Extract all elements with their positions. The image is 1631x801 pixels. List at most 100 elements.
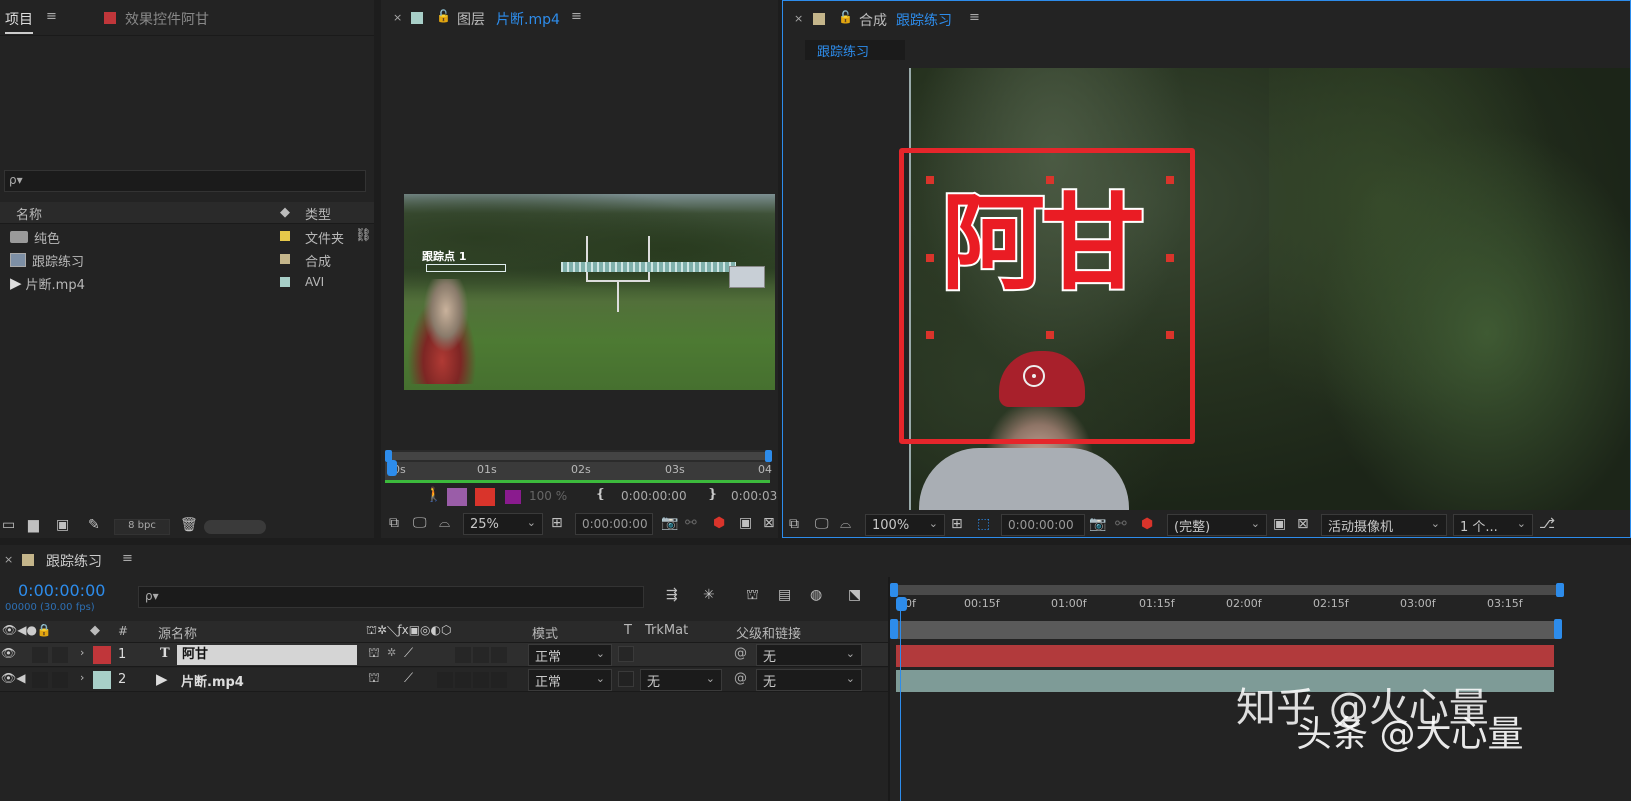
resolution-dropdown[interactable]: (完整) ⌄ [1167,514,1267,536]
color-channels-icon[interactable]: ⬢ [713,515,725,531]
layer-time-ruler[interactable]: 0s 01s 02s 03s 04 [385,450,772,483]
work-area-end[interactable] [765,450,772,462]
nav-end-handle[interactable] [1556,583,1564,597]
layer-tab-prefix[interactable]: 图层 [457,9,485,29]
project-item-comp[interactable]: 跟踪练习 合成 [0,249,374,271]
out-point-icon[interactable]: ❵ [707,487,718,502]
layer-parent-dropdown[interactable]: 无 ⌄ [756,644,862,666]
frame-blending-icon[interactable]: ▤ [778,587,791,603]
close-icon[interactable]: × [4,553,13,566]
camera-dropdown[interactable]: 活动摄像机 ⌄ [1321,514,1447,536]
link-icon[interactable]: ⚯ [1115,516,1127,532]
region-icon[interactable]: ▣ [1273,516,1286,532]
layer-name[interactable]: 阿甘 [177,645,357,665]
tab-effects[interactable]: 效果控件阿甘 [125,9,209,29]
quality-switch-icon[interactable]: ⟋ [404,671,413,686]
brush-icon[interactable]: ✎ [88,517,100,533]
mask-icon[interactable]: ⌓ [439,515,450,531]
layer-row[interactable]: 👁 › 1 T 阿甘 ⛫ ✲ ⟋ 正常 ⌄ @ 无 ⌄ [0,643,888,667]
link-icon[interactable]: ⚯ [685,515,697,531]
col-trkmat[interactable]: TrkMat [645,623,688,638]
bbox-handle[interactable] [926,331,934,339]
col-name[interactable]: 名称 [16,204,42,223]
region-icon[interactable]: ▣ [739,515,752,531]
roi-icon[interactable]: ⬚ [977,516,990,532]
collapse-switch-icon[interactable]: ✲ [387,646,396,659]
layer-mode-dropdown[interactable]: 正常 ⌄ [528,669,612,691]
monitor-icon[interactable]: 🖵 [413,515,427,531]
in-point-icon[interactable]: ❴ [595,487,606,502]
transparency-grid-icon[interactable]: ⊠ [763,515,775,531]
comp-flowchart-icon[interactable]: ⇶ [666,587,678,603]
playhead[interactable] [387,460,397,476]
tab-project[interactable]: 项目 [5,9,33,34]
camera-icon[interactable]: 📷 [661,515,678,531]
layer-trkmat-dropdown[interactable]: 无 ⌄ [640,669,722,691]
layer-label-color[interactable] [93,646,111,664]
layer-footage-preview[interactable]: 跟踪点 1 [404,194,775,390]
shy-switch-icon[interactable]: ⛫ [368,671,380,688]
layer-row[interactable]: 👁◀ › 2 ▶ 片断.mp4 ⛫ ⟋ 正常 ⌄ 无 ⌄ @ 无 ⌄ [0,668,888,692]
panel-menu-icon[interactable]: ≡ [122,551,133,566]
panel-menu-icon[interactable]: ≡ [46,9,57,24]
new-comp-icon[interactable]: ▣ [56,517,69,533]
graph-editor-icon[interactable]: ⬔ [848,587,861,603]
col-mode[interactable]: 模式 [532,623,558,642]
bbox-handle[interactable] [1166,254,1174,262]
bbox-handle[interactable] [1046,331,1054,339]
project-search-input[interactable]: ρ▾ [4,170,366,192]
layer-parent-dropdown[interactable]: 无 ⌄ [756,669,862,691]
interpret-footage-icon[interactable]: ▭ [2,517,15,533]
layer-mode-dropdown[interactable]: 正常 ⌄ [528,644,612,666]
lock-icon[interactable]: 🔓 [838,10,853,24]
work-area-end[interactable] [1554,619,1562,639]
views-dropdown[interactable]: 1 个... ⌄ [1453,514,1533,536]
comp-tab-name[interactable]: 跟踪练习 [896,10,952,30]
monitor-icon[interactable]: 🖵 [815,516,829,532]
current-time-indicator[interactable] [896,597,907,611]
bbox-handle[interactable] [1166,331,1174,339]
zoom-dropdown[interactable]: 25% ⌄ [463,513,543,535]
bbox-handle[interactable] [1166,176,1174,184]
bbox-handle[interactable] [926,176,934,184]
project-scrollbar[interactable] [204,520,266,534]
bbox-handle[interactable] [926,254,934,262]
close-icon[interactable]: × [794,12,803,25]
work-area-start[interactable] [890,619,898,639]
layer-name[interactable]: 片断.mp4 [181,671,244,690]
out-point-time[interactable]: 0:00:03 [731,489,777,503]
color-channels-icon[interactable]: ⬢ [1141,516,1153,532]
close-icon[interactable]: × [393,11,402,24]
opacity-value[interactable]: 100 % [529,489,567,503]
expand-icon[interactable]: › [80,646,84,659]
lock-icon[interactable]: 🔓 [436,9,451,23]
flowchart-icon[interactable]: ⛓ [355,228,372,243]
quality-switch-icon[interactable]: ⟋ [404,646,413,661]
col-type[interactable]: 类型 [305,204,331,223]
timeline-search-input[interactable]: ρ▾ [138,586,644,608]
layer-label-color[interactable] [93,671,111,689]
mask-color-button[interactable] [505,490,521,504]
in-point-time[interactable]: 0:00:00:00 [621,489,687,503]
project-item-footage[interactable]: ▶ 片断.mp4 AVI [0,272,374,294]
timeline-tab-name[interactable]: 跟踪练习 [46,551,102,571]
panel-menu-icon[interactable]: ≡ [571,9,582,24]
comp-tab-prefix[interactable]: 合成 [859,10,887,30]
track-back-button[interactable] [475,488,495,506]
comp-timecode-field[interactable]: 0:00:00:00 [1001,514,1085,536]
motion-blur-icon[interactable]: ◍ [810,587,822,603]
anchor-point-icon[interactable] [1023,365,1045,387]
pickwhip-icon[interactable]: @ [734,646,747,661]
shy-switch-icon[interactable]: ⛫ [368,646,380,663]
share-view-icon[interactable]: ⎇ [1539,516,1555,532]
comp-zoom-dropdown[interactable]: 100% ⌄ [865,514,945,536]
walk-icon[interactable]: 🚶 [425,487,442,503]
mask-icon[interactable]: ⌓ [840,516,851,532]
panel-menu-icon[interactable]: ≡ [969,10,980,25]
draft-3d-icon[interactable]: ✳ [703,587,715,603]
magnify-icon[interactable]: ⧉ [789,516,799,532]
nav-start-handle[interactable] [890,583,898,597]
layer-timecode-field[interactable]: 0:00:00:00 [575,513,653,535]
transparency-grid-icon[interactable]: ⊠ [1297,516,1309,532]
eye-icon[interactable]: 👁 [1,646,16,660]
